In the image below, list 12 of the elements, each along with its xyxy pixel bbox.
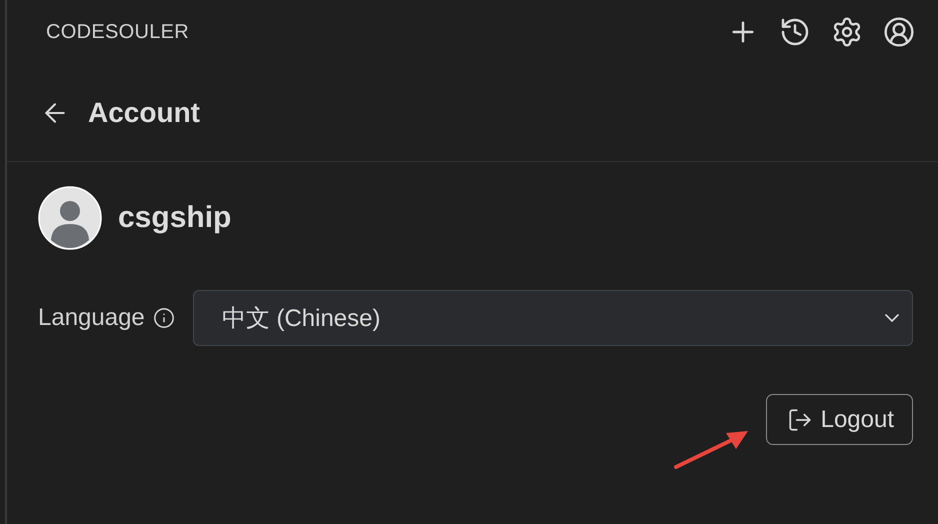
page-title: Account	[88, 96, 200, 128]
language-label: Language	[38, 304, 145, 332]
avatar-icon	[38, 186, 102, 250]
logout-icon	[786, 406, 813, 432]
info-icon[interactable]	[152, 307, 175, 329]
account-icon[interactable]	[883, 16, 915, 48]
history-icon[interactable]	[779, 16, 811, 48]
user-name: csgship	[118, 201, 232, 235]
app-title: CODESOULER	[46, 20, 190, 44]
logout-button[interactable]: Logout	[766, 394, 913, 445]
settings-icon[interactable]	[831, 16, 863, 48]
language-select[interactable]: 中文 (Chinese)	[192, 290, 913, 346]
